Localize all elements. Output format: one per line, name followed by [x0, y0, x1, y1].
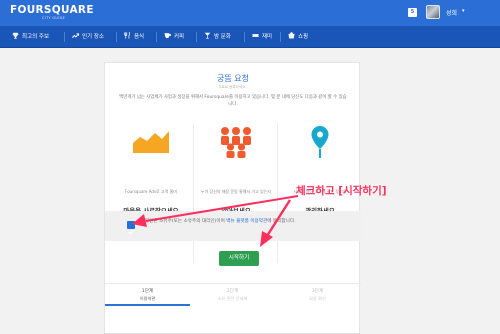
arrow-head-checkbox — [132, 214, 147, 227]
arrow-to-start — [265, 199, 292, 237]
arrow-to-checkbox — [145, 195, 299, 222]
annotation-arrows — [132, 195, 299, 247]
annotation-text: 체크하고 [시작하기] — [296, 185, 387, 197]
arrow-head-start — [260, 231, 273, 247]
